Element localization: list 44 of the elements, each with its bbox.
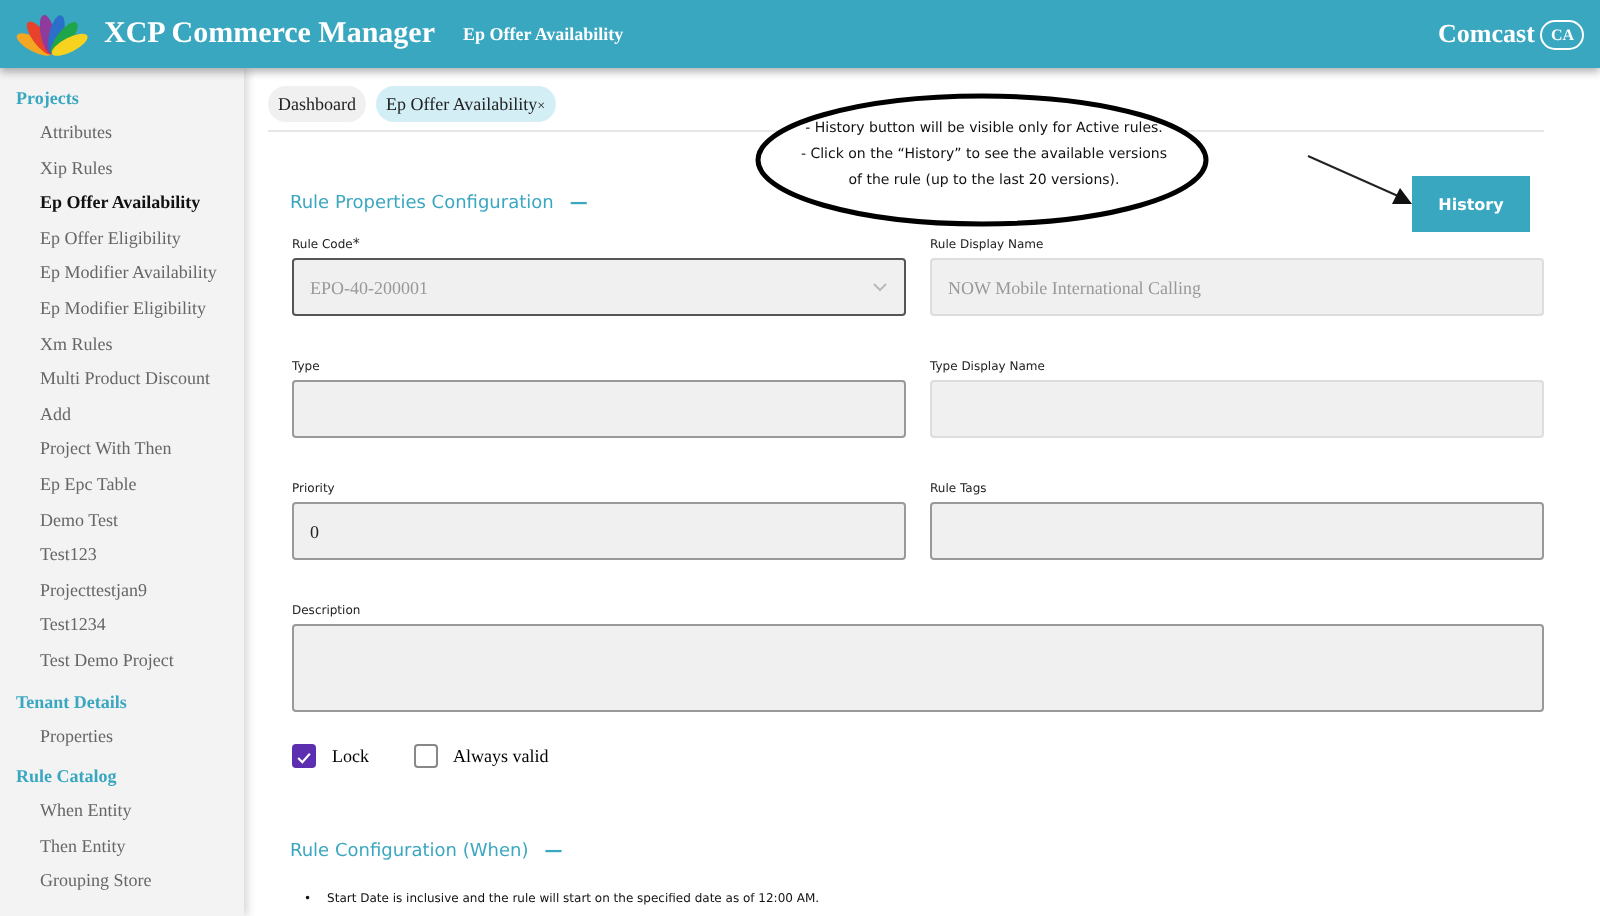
logo-icon <box>16 10 88 58</box>
sidebar-item[interactable]: Test Demo Project <box>0 643 244 679</box>
sidebar-item[interactable]: Test1234 <box>0 608 244 644</box>
sidebar-item[interactable]: Test123 <box>0 538 244 574</box>
sidebar-item[interactable]: Add <box>0 397 244 433</box>
sidebar-item[interactable]: Demo Test <box>0 503 244 539</box>
sidebar-item[interactable]: Xip Rules <box>0 151 244 187</box>
sidebar-item[interactable]: Xm Rules <box>0 327 244 363</box>
brand-badge: CA <box>1540 19 1584 49</box>
sidebar-item[interactable]: Ep Modifier Availability <box>0 256 244 292</box>
collapse-toggle[interactable]: — <box>569 194 588 214</box>
sidebar-item[interactable]: Attributes <box>0 116 244 152</box>
sidebar-item[interactable]: Ep Offer Eligibility <box>0 221 244 257</box>
sidebar-item[interactable]: Multi Product Discount <box>0 362 244 398</box>
sidebar-item[interactable]: Properties <box>0 719 244 755</box>
sidebar-section-title: Rule Catalog <box>14 764 119 791</box>
checkbox[interactable] <box>413 744 437 768</box>
checkbox[interactable] <box>292 744 316 768</box>
section-title: Rule Properties Configuration <box>290 194 554 214</box>
input-field[interactable] <box>930 502 1544 560</box>
brand-name: Comcast <box>1438 18 1535 50</box>
sidebar-item[interactable]: Then Entity <box>0 829 244 865</box>
chevron-icon <box>872 282 888 292</box>
collapse-toggle[interactable]: — <box>544 842 563 862</box>
checkbox-label: Lock <box>332 746 369 766</box>
arrow <box>1306 154 1414 208</box>
checkbox-label: Always valid <box>453 746 549 766</box>
sidebar-item[interactable]: When Entity <box>0 794 244 830</box>
section-title: Rule Configuration (When) <box>290 842 529 862</box>
sidebar-section-title: Projects <box>14 86 81 112</box>
page-title: Ep Offer Availability <box>463 24 624 44</box>
app-title: XCP Commerce Manager <box>104 17 435 51</box>
sidebar-item[interactable]: Ep Offer Availability <box>0 186 244 222</box>
history-button[interactable]: History <box>1412 176 1530 232</box>
sidebar-section-title: Tenant Details <box>14 689 129 715</box>
sidebar-item[interactable]: Grouping Store <box>0 864 244 900</box>
sidebar-item[interactable]: Ep Epc Table <box>0 467 244 504</box>
text-area[interactable] <box>292 624 1544 712</box>
sidebar-item[interactable]: Ep Modifier Eligibility <box>0 291 244 328</box>
sidebar-item[interactable]: Project With Then <box>0 432 244 468</box>
input-field[interactable] <box>292 380 906 438</box>
sidebar-item[interactable]: Projecttestjan9 <box>0 573 244 609</box>
input-field[interactable]: 0 <box>292 502 906 560</box>
tab[interactable]: Dashboard <box>268 86 366 122</box>
